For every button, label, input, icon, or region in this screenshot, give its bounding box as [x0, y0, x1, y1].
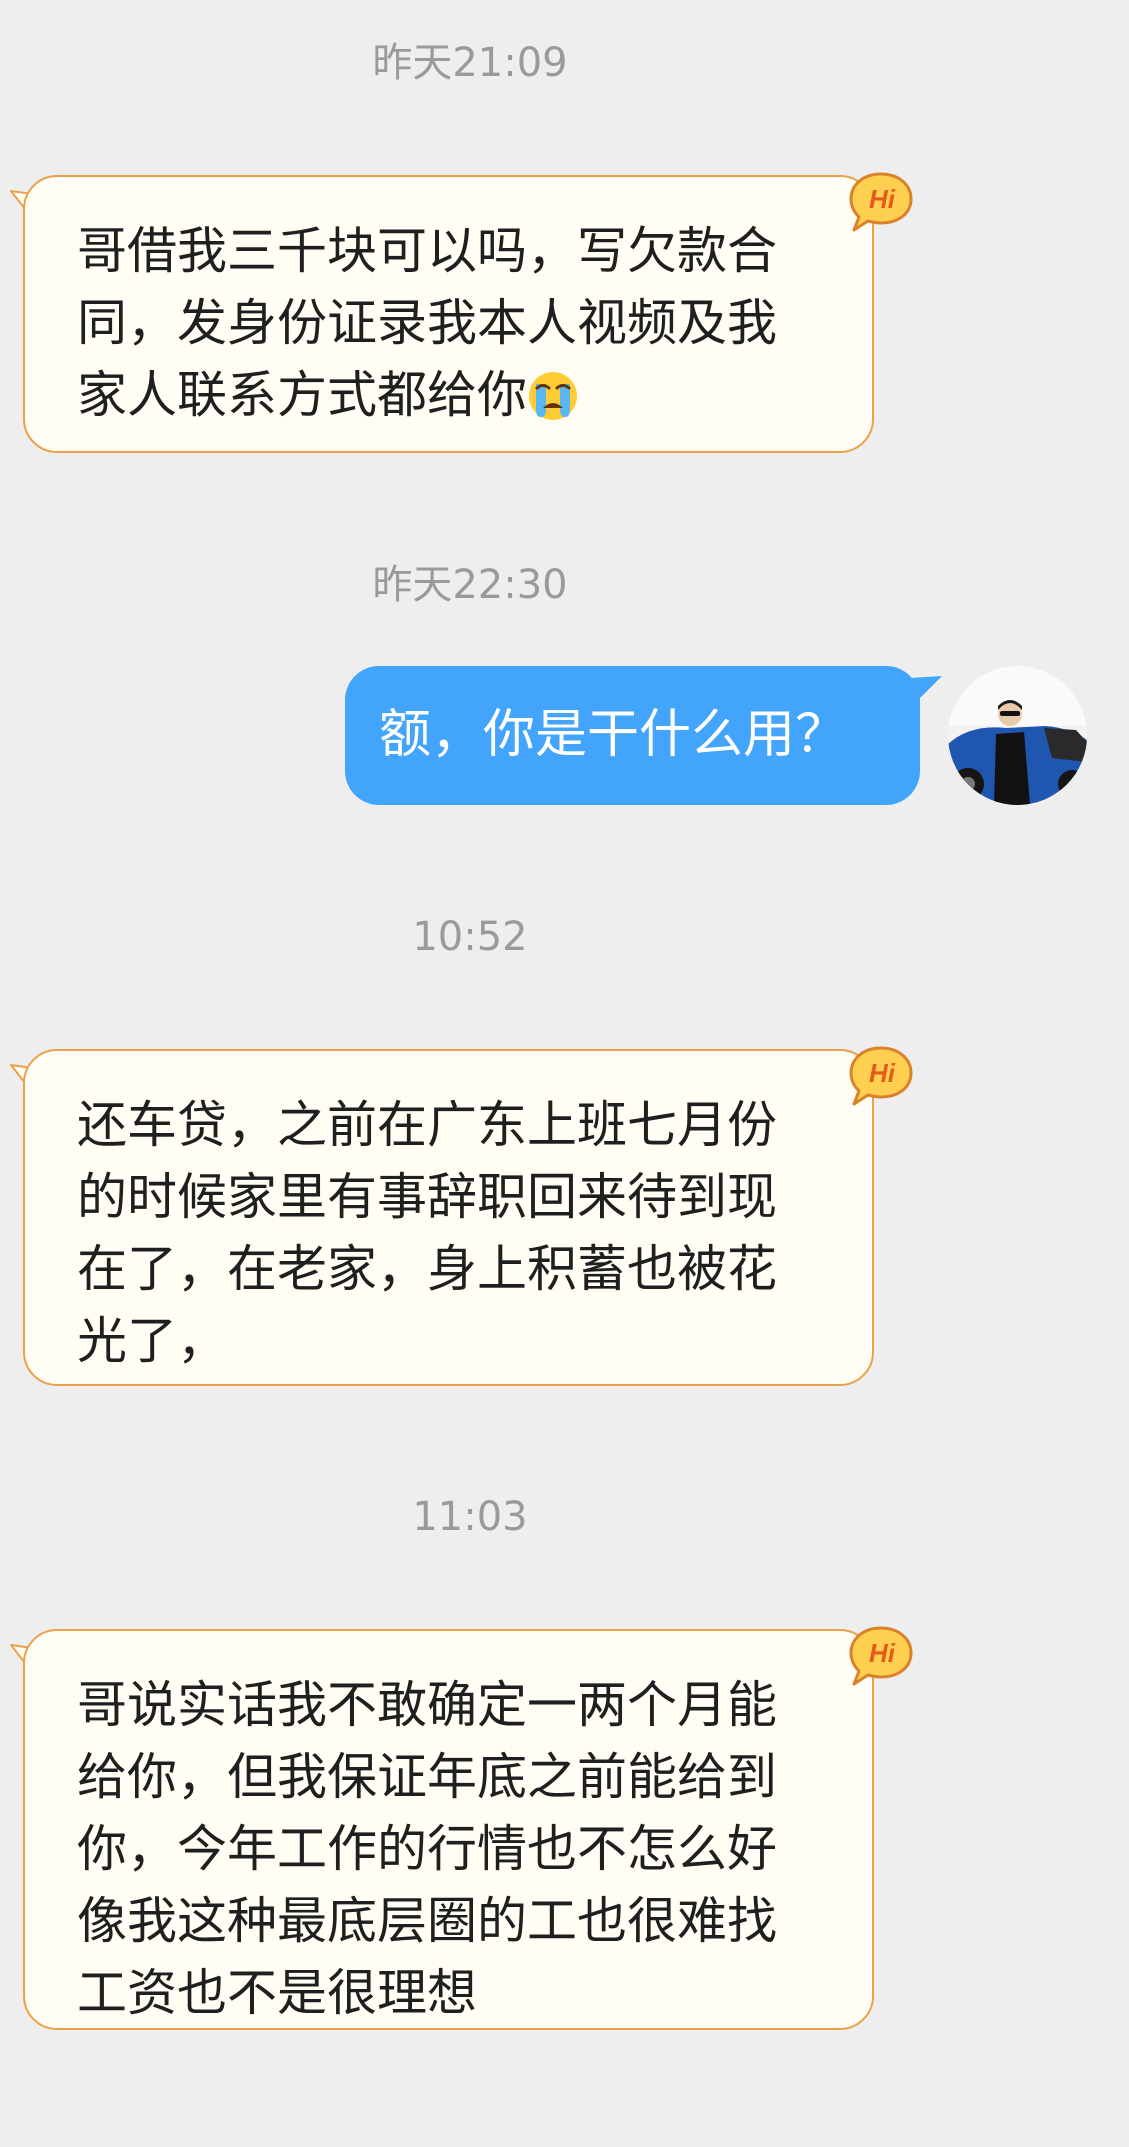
message-bubble-received[interactable]: 哥借我三千块可以吗，写欠款合同，发身份证录我本人视频及我家人联系方式都给你 — [23, 175, 874, 453]
bubble-tail — [910, 676, 942, 706]
avatar-photo — [948, 666, 1087, 805]
message-text: 还车贷，之前在广东上班七月份的时候家里有事辞职回来待到现在了，在老家，身上积蓄也… — [77, 1096, 777, 1370]
message-text: 额，你是干什么用？ — [379, 705, 848, 765]
timestamp: 11:03 — [412, 1494, 528, 1540]
hi-badge-icon: Hi — [849, 1626, 913, 1686]
timestamp: 昨天21:09 — [372, 40, 568, 86]
hi-badge-text: Hi — [869, 184, 896, 214]
hi-badge-icon: Hi — [849, 172, 913, 232]
timestamp: 昨天22:30 — [372, 562, 568, 608]
avatar[interactable] — [948, 666, 1087, 805]
hi-badge-text: Hi — [869, 1638, 896, 1668]
timestamp: 10:52 — [412, 914, 528, 960]
message-bubble-sent[interactable]: 额，你是干什么用？ — [345, 666, 920, 805]
message-bubble-received[interactable]: 哥说实话我不敢确定一两个月能给你，但我保证年底之前能给到你，今年工作的行情也不怎… — [23, 1629, 874, 2030]
hi-badge-icon: Hi — [849, 1046, 913, 1106]
hi-badge-text: Hi — [869, 1058, 896, 1088]
message-text: 哥借我三千块可以吗，写欠款合同，发身份证录我本人视频及我家人联系方式都给你 — [77, 222, 777, 424]
message-text: 哥说实话我不敢确定一两个月能给你，但我保证年底之前能给到你，今年工作的行情也不怎… — [77, 1676, 777, 2022]
loudly-crying-face-icon — [529, 372, 577, 420]
message-bubble-received[interactable]: 还车贷，之前在广东上班七月份的时候家里有事辞职回来待到现在了，在老家，身上积蓄也… — [23, 1049, 874, 1386]
